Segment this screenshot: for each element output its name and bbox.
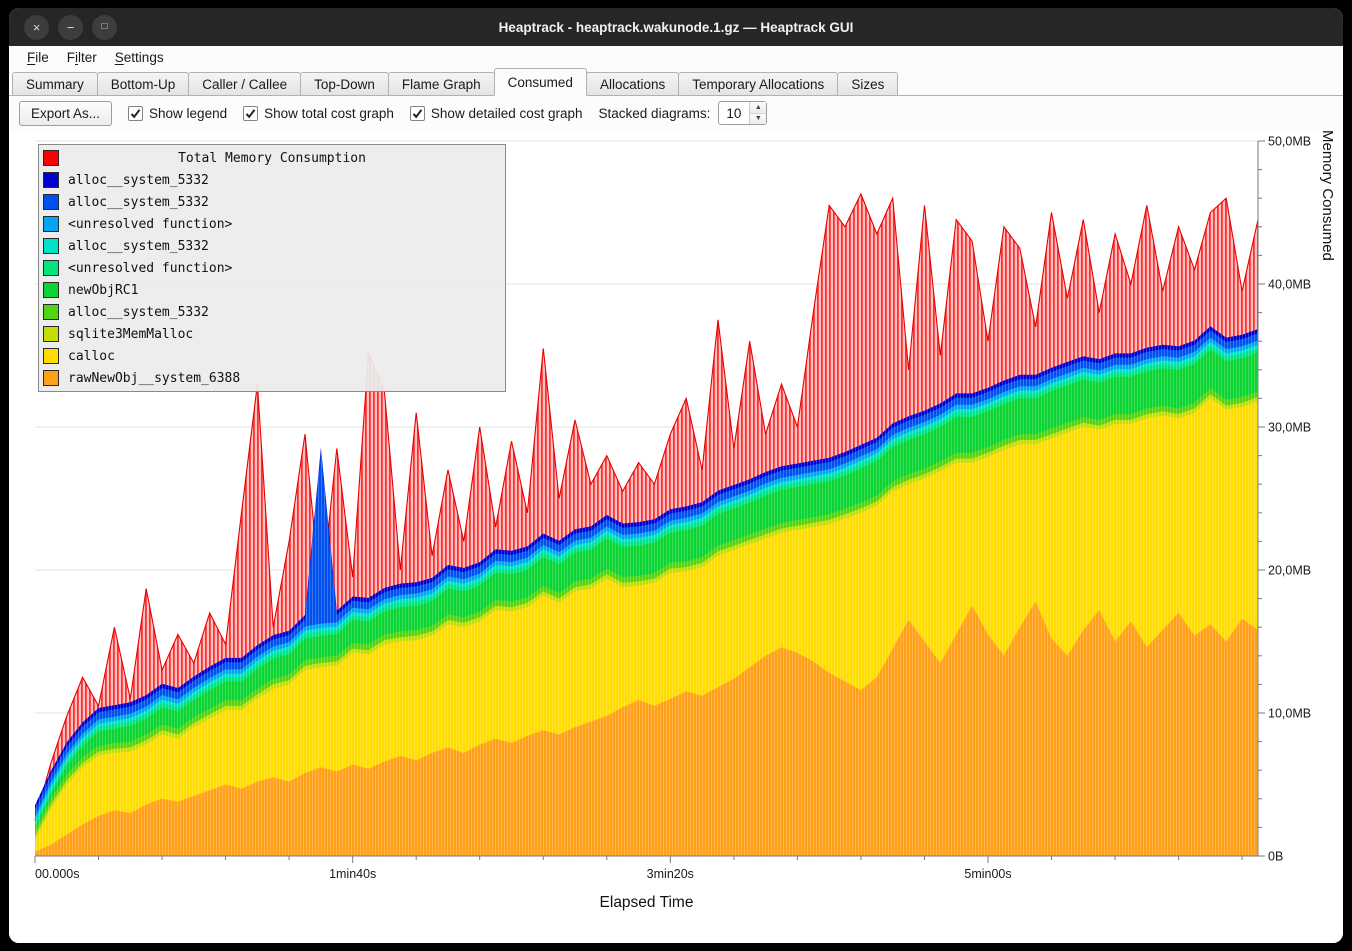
export-as-button[interactable]: Export As... <box>19 101 112 126</box>
spinbox-value[interactable]: 10 <box>719 102 749 124</box>
legend-swatch <box>43 194 59 210</box>
checkbox-box[interactable] <box>243 106 258 121</box>
menu-bar: FileFilterSettings <box>9 46 1343 68</box>
menu-settings[interactable]: Settings <box>106 48 173 67</box>
y-tick-label: 40,0MB <box>1268 278 1311 292</box>
x-tick-label: 00.000s <box>35 867 79 881</box>
spin-down-icon: ▼ <box>755 115 762 122</box>
spinbox-up-button[interactable]: ▲ <box>750 102 766 114</box>
legend-swatch <box>43 326 59 342</box>
tab-flame-graph[interactable]: Flame Graph <box>388 72 495 96</box>
tab-caller-callee[interactable]: Caller / Callee <box>188 72 301 96</box>
stacked-diagrams-spinbox[interactable]: 10 ▲ ▼ <box>718 101 767 125</box>
y-tick-label: 20,0MB <box>1268 564 1311 578</box>
menu-filter[interactable]: Filter <box>58 48 106 67</box>
legend-swatch <box>43 260 59 276</box>
checkmark-icon <box>412 108 423 119</box>
maximize-icon: □ <box>101 22 107 32</box>
spin-up-icon: ▲ <box>755 104 762 111</box>
tab-allocations[interactable]: Allocations <box>586 72 679 96</box>
checkbox-label: Show legend <box>149 106 227 121</box>
legend-item: <unresolved function> <box>43 213 501 235</box>
legend-item: sqlite3MemMalloc <box>43 323 501 345</box>
tab-consumed[interactable]: Consumed <box>494 68 587 96</box>
legend-item: newObjRC1 <box>43 279 501 301</box>
stacked-diagrams-label: Stacked diagrams: <box>599 106 711 121</box>
y-tick-label: 0B <box>1268 850 1283 864</box>
minimize-button[interactable]: − <box>58 15 83 40</box>
window-title: Heaptrack - heaptrack.wakunode.1.gz — He… <box>499 20 854 35</box>
tab-summary[interactable]: Summary <box>12 72 98 96</box>
legend-swatch <box>43 370 59 386</box>
legend-swatch <box>43 282 59 298</box>
x-axis-title: Elapsed Time <box>35 894 1258 912</box>
legend-swatch <box>43 304 59 320</box>
legend-label: Total Memory Consumption <box>43 151 501 166</box>
legend-label: alloc__system_5332 <box>68 195 209 210</box>
legend-item: rawNewObj__system_6388 <box>43 367 501 389</box>
close-button[interactable]: × <box>24 15 49 40</box>
y-tick-label: 50,0MB <box>1268 135 1311 149</box>
tab-top-down[interactable]: Top-Down <box>300 72 389 96</box>
show-detailed-cost-graph-checkbox[interactable]: Show detailed cost graph <box>410 106 583 121</box>
chart-legend: Total Memory Consumption alloc__system_53… <box>38 144 506 392</box>
checkbox-box[interactable] <box>410 106 425 121</box>
legend-swatch <box>43 216 59 232</box>
legend-label: rawNewObj__system_6388 <box>68 371 240 386</box>
title-bar[interactable]: × − □ Heaptrack - heaptrack.wakunode.1.gz … <box>9 8 1343 46</box>
toolbar: Export As... Show legend Show total cost … <box>9 96 1343 130</box>
y-tick-label: 30,0MB <box>1268 421 1311 435</box>
legend-title-row: Total Memory Consumption <box>43 147 501 169</box>
x-tick-label: 5min00s <box>964 867 1011 881</box>
legend-item: <unresolved function> <box>43 257 501 279</box>
legend-label: sqlite3MemMalloc <box>68 327 193 342</box>
checkmark-icon <box>245 108 256 119</box>
legend-label: <unresolved function> <box>68 217 232 232</box>
window-controls: × − □ <box>24 8 117 46</box>
heaptrack-window: × − □ Heaptrack - heaptrack.wakunode.1.gz … <box>9 8 1343 943</box>
tab-sizes[interactable]: Sizes <box>837 72 898 96</box>
chart-area: 0B 10,0MB 20,0MB 30,0MB 40,0MB 50,0MB 00.000s 1… <box>9 130 1343 943</box>
legend-label: <unresolved function> <box>68 261 232 276</box>
spinbox-down-button[interactable]: ▼ <box>750 114 766 125</box>
tab-bottom-up[interactable]: Bottom-Up <box>97 72 190 96</box>
menu-file[interactable]: File <box>18 48 58 67</box>
minimize-icon: − <box>67 21 75 34</box>
x-tick-label: 1min40s <box>329 867 376 881</box>
checkbox-label: Show total cost graph <box>264 106 394 121</box>
legend-label: alloc__system_5332 <box>68 239 209 254</box>
checkbox-box[interactable] <box>128 106 143 121</box>
legend-swatch <box>43 172 59 188</box>
y-tick-label: 10,0MB <box>1268 707 1311 721</box>
x-tick-label: 3min20s <box>647 867 694 881</box>
spinbox-buttons: ▲ ▼ <box>749 102 766 124</box>
checkbox-group: Show legend Show total cost graph Show det… <box>128 106 583 121</box>
tab-bar: SummaryBottom-UpCaller / CalleeTop-DownF… <box>9 68 1343 96</box>
legend-label: alloc__system_5332 <box>68 173 209 188</box>
legend-item: alloc__system_5332 <box>43 235 501 257</box>
show-total-cost-graph-checkbox[interactable]: Show total cost graph <box>243 106 394 121</box>
legend-item: alloc__system_5332 <box>43 169 501 191</box>
maximize-button[interactable]: □ <box>92 15 117 40</box>
legend-label: newObjRC1 <box>68 283 138 298</box>
legend-label: alloc__system_5332 <box>68 305 209 320</box>
legend-item: alloc__system_5332 <box>43 191 501 213</box>
legend-item: calloc <box>43 345 501 367</box>
stacked-diagrams-group: Stacked diagrams: 10 ▲ ▼ <box>599 101 768 125</box>
tab-temporary-allocations[interactable]: Temporary Allocations <box>678 72 838 96</box>
legend-label: calloc <box>68 349 115 364</box>
legend-item: alloc__system_5332 <box>43 301 501 323</box>
legend-swatch <box>43 238 59 254</box>
y-axis-title: Memory Consumed <box>1319 130 1336 867</box>
checkbox-label: Show detailed cost graph <box>431 106 583 121</box>
show-legend-checkbox[interactable]: Show legend <box>128 106 227 121</box>
close-icon: × <box>33 21 41 34</box>
checkmark-icon <box>130 108 141 119</box>
legend-swatch <box>43 348 59 364</box>
